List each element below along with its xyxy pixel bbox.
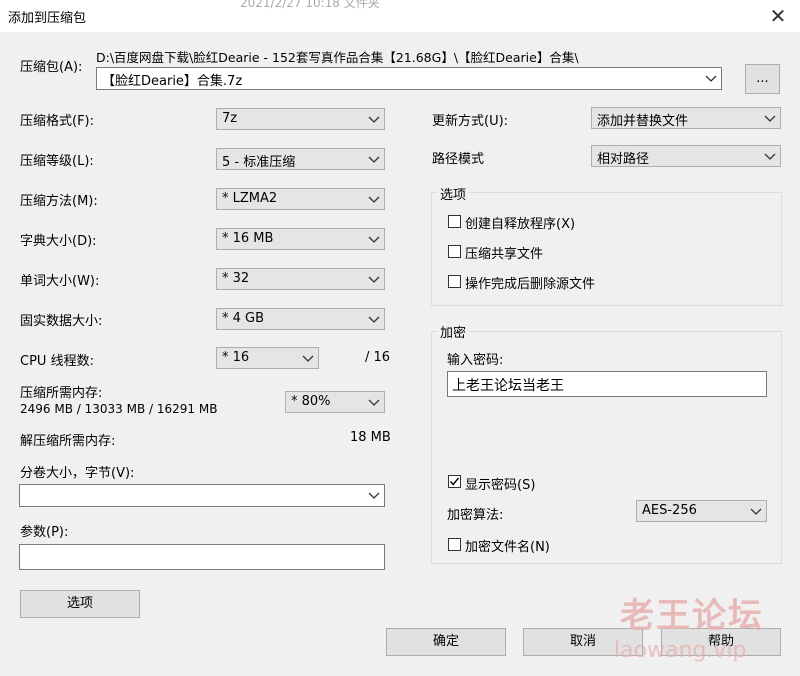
memory-value: * 80% bbox=[291, 394, 331, 409]
ok-button[interactable]: 确定 bbox=[386, 628, 506, 656]
threads-label: CPU 线程数: bbox=[20, 354, 94, 369]
password-label: 输入密码: bbox=[447, 353, 504, 368]
encryption-method-label: 加密算法: bbox=[447, 508, 504, 523]
dict-label: 字典大小(D): bbox=[20, 234, 97, 249]
chevron-down-icon bbox=[764, 153, 776, 160]
threads-value: * 16 bbox=[222, 350, 250, 365]
watermark-url: laowang.vip bbox=[614, 638, 747, 663]
archive-name-combo[interactable]: 【脸红Dearie】合集.7z bbox=[96, 67, 722, 90]
update-value: 添加并替换文件 bbox=[597, 114, 689, 129]
level-label: 压缩等级(L): bbox=[20, 154, 94, 169]
method-value: * LZMA2 bbox=[222, 191, 278, 206]
word-combo[interactable]: * 32 bbox=[216, 268, 385, 290]
memory-label: 压缩所需内存: bbox=[20, 386, 103, 401]
decomp-value: 18 MB bbox=[350, 430, 391, 445]
checkmark-icon bbox=[449, 477, 460, 486]
chevron-down-icon bbox=[368, 156, 380, 163]
chevron-down-icon bbox=[368, 399, 380, 406]
threads-max: / 16 bbox=[365, 350, 391, 365]
watermark-logo-text: 老王论坛 bbox=[620, 596, 764, 636]
title-bar bbox=[0, 0, 800, 32]
encryption-group-title: 加密 bbox=[437, 322, 470, 341]
decomp-label: 解压缩所需内存: bbox=[20, 434, 116, 449]
solid-value: * 4 GB bbox=[222, 311, 265, 326]
memory-combo[interactable]: * 80% bbox=[285, 391, 385, 413]
memory-detail: 2496 MB / 13033 MB / 16291 MB bbox=[20, 402, 218, 416]
format-value: 7z bbox=[222, 111, 238, 126]
chevron-down-icon bbox=[705, 75, 717, 82]
method-combo[interactable]: * LZMA2 bbox=[216, 188, 385, 210]
options-button[interactable]: 选项 bbox=[20, 590, 140, 618]
encrypt-names-label: 加密文件名(N) bbox=[465, 540, 550, 555]
archive-name-value: 【脸红Dearie】合集.7z bbox=[102, 74, 243, 89]
shared-files-label: 压缩共享文件 bbox=[465, 247, 544, 262]
solid-combo[interactable]: * 4 GB bbox=[216, 308, 385, 330]
update-label: 更新方式(U): bbox=[432, 114, 509, 129]
encrypt-names-checkbox[interactable] bbox=[448, 538, 461, 551]
path-mode-combo[interactable]: 相对路径 bbox=[591, 145, 781, 167]
chevron-down-icon bbox=[368, 196, 380, 203]
chevron-down-icon bbox=[368, 316, 380, 323]
volume-combo[interactable] bbox=[19, 484, 385, 507]
word-label: 单词大小(W): bbox=[20, 274, 100, 289]
chevron-down-icon bbox=[750, 508, 762, 515]
threads-combo[interactable]: * 16 bbox=[216, 347, 319, 369]
dict-combo[interactable]: * 16 MB bbox=[216, 228, 385, 250]
encryption-method-combo[interactable]: AES-256 bbox=[636, 500, 767, 522]
chevron-down-icon bbox=[764, 115, 776, 122]
sfx-checkbox[interactable] bbox=[448, 215, 461, 228]
word-value: * 32 bbox=[222, 271, 250, 286]
params-input[interactable] bbox=[19, 544, 385, 570]
show-password-label: 显示密码(S) bbox=[465, 478, 536, 493]
solid-label: 固实数据大小: bbox=[20, 314, 103, 329]
encryption-method-value: AES-256 bbox=[642, 503, 697, 518]
password-input[interactable]: 上老王论坛当老王 bbox=[447, 371, 767, 397]
chevron-down-icon bbox=[368, 236, 380, 243]
format-label: 压缩格式(F): bbox=[20, 114, 95, 129]
path-mode-label: 路径模式 bbox=[432, 152, 485, 167]
options-group-title: 选项 bbox=[437, 184, 470, 203]
browse-button[interactable]: ... bbox=[745, 64, 780, 94]
params-label: 参数(P): bbox=[20, 525, 69, 540]
format-combo[interactable]: 7z bbox=[216, 108, 385, 130]
chevron-down-icon bbox=[368, 116, 380, 123]
level-value: 5 - 标准压缩 bbox=[222, 155, 296, 170]
chevron-down-icon bbox=[368, 276, 380, 283]
dict-value: * 16 MB bbox=[222, 231, 274, 246]
path-mode-value: 相对路径 bbox=[597, 152, 650, 167]
level-combo[interactable]: 5 - 标准压缩 bbox=[216, 148, 385, 170]
background-window-text: 2021/2/27 10:18 文件夹 bbox=[240, 0, 380, 10]
sfx-label: 创建自释放程序(X) bbox=[465, 217, 576, 232]
delete-source-checkbox[interactable] bbox=[448, 275, 461, 288]
archive-path: D:\百度网盘下载\脸红Dearie - 152套写真作品合集【21.68G】\… bbox=[96, 50, 579, 65]
window-title: 添加到压缩包 bbox=[8, 11, 87, 26]
show-password-checkbox[interactable] bbox=[448, 475, 461, 488]
close-button[interactable]: ✕ bbox=[764, 2, 792, 30]
method-label: 压缩方法(M): bbox=[20, 194, 98, 209]
chevron-down-icon bbox=[302, 355, 314, 362]
volume-label: 分卷大小，字节(V): bbox=[20, 466, 135, 481]
delete-source-label: 操作完成后删除源文件 bbox=[465, 277, 596, 292]
chevron-down-icon bbox=[368, 492, 380, 499]
update-combo[interactable]: 添加并替换文件 bbox=[591, 107, 781, 129]
archive-label: 压缩包(A): bbox=[20, 60, 83, 75]
shared-files-checkbox[interactable] bbox=[448, 245, 461, 258]
